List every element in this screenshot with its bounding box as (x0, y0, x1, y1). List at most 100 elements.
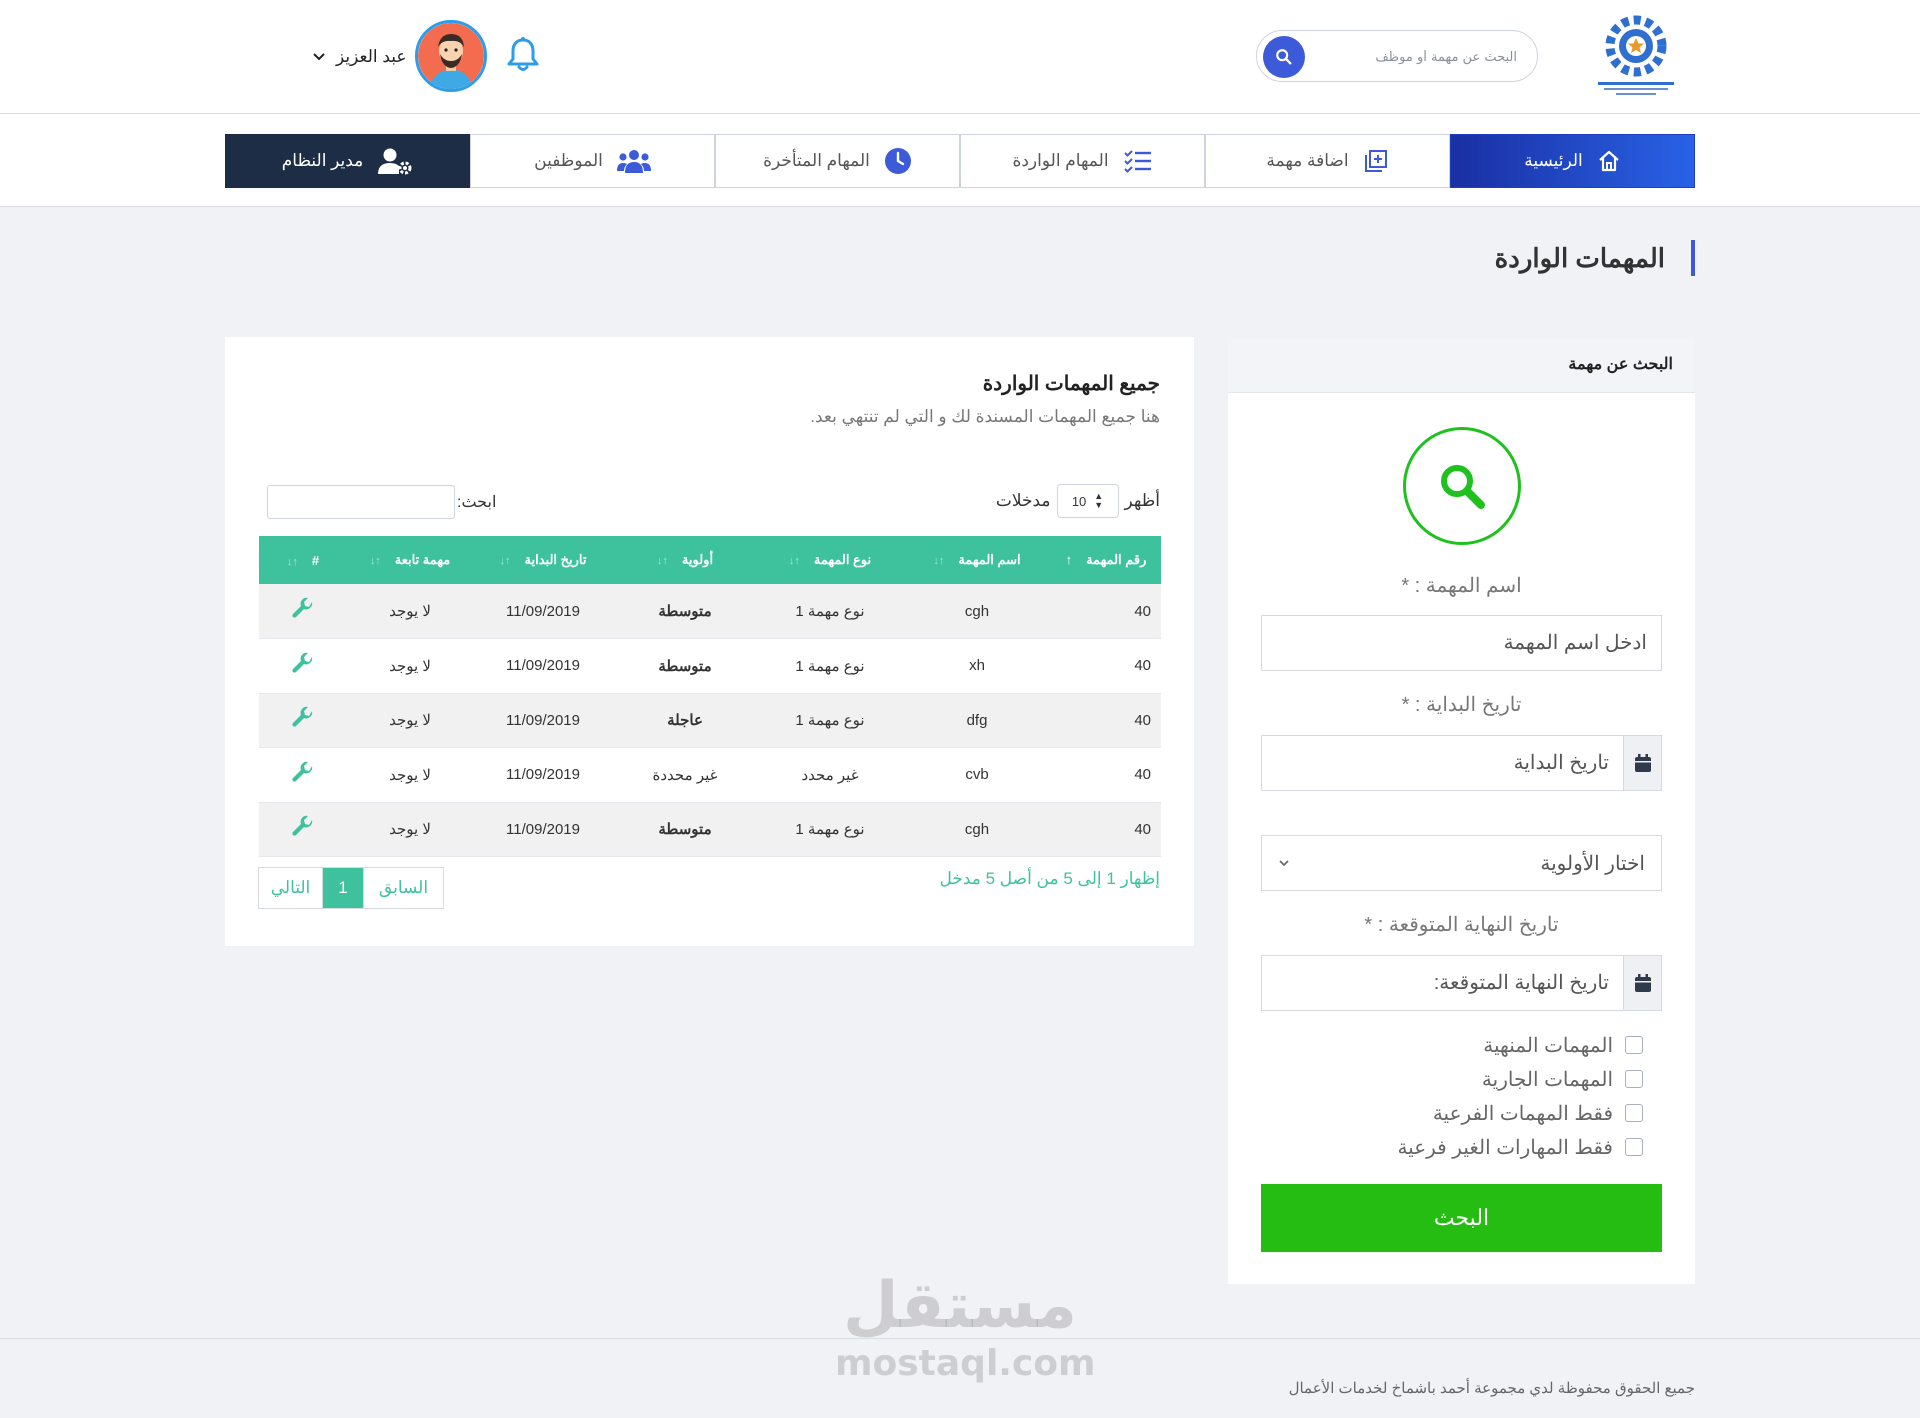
col-start-date[interactable]: تاريخ البداية ↑↓ (473, 536, 613, 584)
sort-icon: ↑↓ (933, 555, 945, 567)
col-priority[interactable]: أولوية ↑↓ (613, 536, 757, 584)
check-ongoing-tasks[interactable]: المهمات الجارية (1482, 1067, 1643, 1091)
checkbox[interactable] (1625, 1036, 1643, 1054)
user-menu[interactable]: عبد العزيز (312, 44, 407, 70)
nav-employees[interactable]: الموظفين (470, 134, 715, 188)
cell-action (259, 747, 347, 803)
end-date-input[interactable] (1262, 956, 1661, 1010)
task-name-input[interactable] (1262, 616, 1661, 670)
wrench-icon[interactable] (291, 652, 315, 676)
search-illustration (1403, 427, 1521, 545)
card-subtitle: هنا جميع المهمات المسندة لك و التي لم تن… (810, 407, 1160, 426)
sort-asc-icon: ↑ (1065, 552, 1073, 567)
start-date-calendar-button[interactable] (1623, 736, 1661, 790)
add-square-icon (1364, 150, 1387, 172)
col-actions[interactable]: # ↑↓ (259, 536, 347, 584)
watermark-latin: mostaql.com (835, 1343, 1096, 1384)
global-search-input[interactable] (1317, 43, 1517, 71)
home-icon (1599, 150, 1619, 172)
cell-priority: عاجلة (613, 693, 757, 748)
wrench-icon[interactable] (291, 597, 315, 621)
nav-add-task[interactable]: اضافة مهمة (1205, 134, 1450, 188)
pagination-prev[interactable]: السابق (363, 868, 443, 908)
end-date-label: تاريخ النهاية المتوقعة : * (1364, 914, 1559, 936)
nav-add-task-label: اضافة مهمة (1266, 151, 1349, 170)
task-name-field[interactable] (1261, 615, 1662, 671)
nav-late-tasks[interactable]: المهام المتأخرة (715, 134, 960, 188)
col-task-name[interactable]: اسم المهمة ↑↓ (903, 536, 1051, 584)
entries-label: مدخلات (995, 491, 1051, 510)
calendar-icon (1634, 974, 1651, 992)
nav-system-admin-label: مدير النظام (281, 151, 364, 170)
col-task-number[interactable]: رقم المهمة ↑ (1051, 536, 1161, 584)
cell-name: dfg (903, 693, 1051, 748)
cell-id: 40 (1051, 638, 1161, 694)
copyright-text: جميع الحقوق محفوظة لدي مجموعة أحمد باشما… (1288, 1380, 1695, 1397)
cell-action (259, 584, 347, 639)
col-actions-label: # (311, 552, 320, 568)
col-task-type-label: نوع المهمة (813, 552, 872, 567)
user-name-label: عبد العزيز (336, 47, 407, 66)
checkbox[interactable] (1625, 1138, 1643, 1156)
col-task-type[interactable]: نوع المهمة ↑↓ (757, 536, 903, 584)
table-row[interactable]: 40 cvb غير محدد غير محددة 11/09/2019 لا … (259, 747, 1161, 803)
nav-incoming-tasks-label: المهام الواردة (1012, 151, 1109, 170)
global-search[interactable] (1256, 30, 1538, 82)
cell-id: 40 (1051, 584, 1161, 639)
filter-label: ابحث: (457, 494, 497, 511)
table-row[interactable]: 40 xh نوع مهمة 1 متوسطة 11/09/2019 لا يو… (259, 638, 1161, 694)
table-row[interactable]: 40 dfg نوع مهمة 1 عاجلة 11/09/2019 لا يو… (259, 693, 1161, 748)
cell-name: cgh (903, 802, 1051, 857)
col-parent-task-label: مهمة تابعة (394, 552, 451, 567)
nav-incoming-tasks[interactable]: المهام الواردة (960, 134, 1205, 188)
cell-action (259, 693, 347, 748)
task-name-label: اسم المهمة : * (1401, 575, 1522, 597)
checkbox[interactable] (1625, 1104, 1643, 1122)
start-date-input[interactable] (1262, 736, 1661, 790)
end-date-field[interactable] (1261, 955, 1662, 1011)
end-date-calendar-button[interactable] (1623, 956, 1661, 1010)
sort-icon: ↑↓ (788, 555, 800, 567)
wrench-icon[interactable] (291, 761, 315, 785)
wrench-icon[interactable] (291, 706, 315, 730)
user-avatar[interactable] (415, 20, 487, 92)
sort-icon: ↑↓ (369, 555, 381, 567)
bell-icon (507, 37, 539, 71)
table-filter-input[interactable] (267, 485, 455, 519)
page-length-select[interactable]: 10 ▲ ▼ (1056, 484, 1119, 518)
pagination-next[interactable]: التالي (259, 868, 323, 908)
cell-type: غير محدد (757, 747, 903, 803)
nav-home[interactable]: الرئيسية (1450, 134, 1695, 188)
table-header-row: رقم المهمة ↑ اسم المهمة ↑↓ نوع المهمة ↑↓ أو… (259, 536, 1161, 584)
search-submit-button[interactable]: البحث (1261, 1184, 1662, 1252)
table-row[interactable]: 40 cgh نوع مهمة 1 متوسطة 11/09/2019 لا ي… (259, 584, 1161, 639)
col-parent-task[interactable]: مهمة تابعة ↑↓ (347, 536, 473, 584)
chevron-down-icon (1279, 860, 1289, 867)
cell-start-date: 11/09/2019 (473, 747, 613, 803)
cell-type: نوع مهمة 1 (757, 693, 903, 748)
sort-icon: ↑↓ (656, 555, 668, 567)
wrench-icon[interactable] (291, 815, 315, 839)
priority-select[interactable]: اختار الأولوية (1261, 835, 1662, 891)
col-start-date-label: تاريخ البداية (524, 552, 587, 567)
cell-parent: لا يوجد (347, 747, 473, 803)
checkbox[interactable] (1625, 1070, 1643, 1088)
search-button[interactable] (1263, 36, 1305, 78)
cell-name: cvb (903, 747, 1051, 803)
check-finished-tasks[interactable]: المهمات المنهية (1483, 1033, 1643, 1057)
search-panel-title: البحث عن مهمة (1228, 337, 1695, 393)
tasks-table: رقم المهمة ↑ اسم المهمة ↑↓ نوع المهمة ↑↓ أو… (259, 536, 1161, 857)
check-subtasks-only[interactable]: فقط المهمات الفرعية (1433, 1101, 1643, 1125)
company-logo[interactable] (1586, 12, 1686, 102)
table-row[interactable]: 40 cgh نوع مهمة 1 متوسطة 11/09/2019 لا ي… (259, 802, 1161, 857)
priority-select-value: اختار الأولوية (1540, 852, 1645, 875)
sort-icon: ↑↓ (499, 555, 511, 567)
pagination-current[interactable]: 1 (323, 868, 363, 908)
nav-employees-label: الموظفين (534, 151, 603, 170)
notifications-button[interactable] (505, 36, 541, 74)
sort-updown-icon: ▲ ▼ (1094, 491, 1104, 510)
start-date-field[interactable] (1261, 735, 1662, 791)
cell-start-date: 11/09/2019 (473, 693, 613, 748)
check-non-subtasks-only[interactable]: فقط المهارات الغير فرعية (1397, 1135, 1643, 1159)
nav-system-admin[interactable]: مدير النظام (225, 134, 470, 188)
